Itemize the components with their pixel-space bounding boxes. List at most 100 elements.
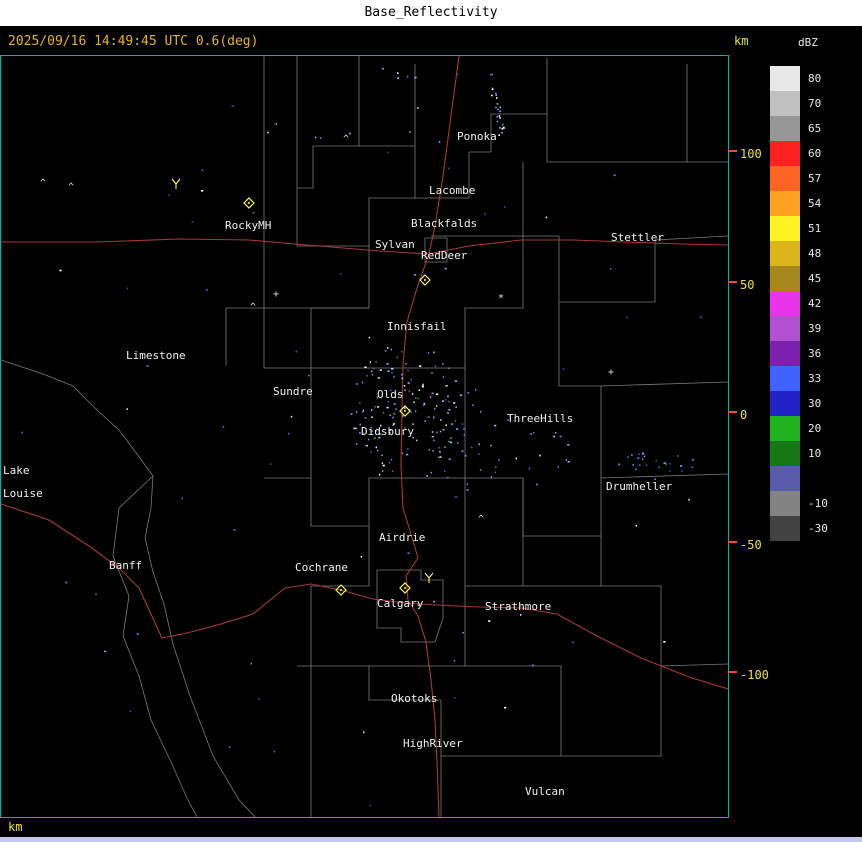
radar-echo: [206, 289, 208, 291]
radar-echo: [397, 77, 400, 79]
city-label: Banff: [109, 559, 142, 572]
radar-echo: [408, 390, 410, 392]
radar-echo: [366, 375, 368, 377]
legend-block: 30: [770, 391, 862, 416]
radar-echo: [377, 406, 380, 408]
legend-value-label: 80: [808, 72, 822, 85]
page-title: Base_Reflectivity: [364, 5, 498, 20]
legend-block: 10: [770, 441, 862, 466]
radar-echo: [669, 470, 671, 472]
radar-echo: [362, 409, 365, 412]
county-boundary: [225, 56, 265, 366]
radar-echo: [401, 377, 404, 380]
radar-echo: [428, 449, 430, 451]
legend-block: 36: [770, 341, 862, 366]
radar-echo: [374, 406, 377, 408]
city-label: Okotoks: [391, 692, 437, 705]
radar-echo: [407, 552, 410, 555]
radar-echo: [410, 411, 412, 413]
radar-echo: [350, 413, 353, 415]
legend-block: 60: [770, 141, 862, 166]
legend-color-swatch: [770, 491, 800, 516]
city-label: Olds: [377, 388, 404, 401]
radar-echo: [491, 94, 493, 97]
radar-echo: [456, 428, 459, 430]
caret-point-marker: ^: [68, 182, 74, 193]
radar-echo: [528, 467, 530, 470]
legend-value-label: 48: [808, 247, 822, 260]
radar-echo: [414, 410, 417, 412]
legend-color-swatch: [770, 166, 800, 191]
radar-echo: [499, 117, 501, 119]
radar-echo: [387, 151, 389, 154]
radar-echo: [377, 377, 380, 379]
radar-echo: [415, 397, 417, 399]
radar-echo: [396, 356, 398, 359]
radar-echo: [417, 107, 419, 109]
radar-echo: [405, 362, 407, 365]
radar-echo: [181, 497, 183, 500]
county-boundary: [465, 665, 662, 757]
radar-echo: [295, 350, 297, 353]
radar-echo: [480, 410, 482, 413]
highway-line: [1, 238, 430, 255]
info-bar: 2025/09/16 14:49:45 UTC 0.6(deg) km dBZ: [0, 27, 862, 55]
radar-echo: [501, 123, 504, 126]
radar-echo: [691, 466, 694, 468]
right-axis-tick: [728, 281, 737, 283]
legend-value-label: 65: [808, 122, 822, 135]
county-boundary: [415, 58, 548, 199]
right-axis-tick: [728, 541, 737, 543]
radar-echo: [418, 389, 420, 391]
radar-echo: [677, 455, 679, 457]
radar-map: + + * ^ ^ ^ ^ ^ Ponoka Lacombe Blackfalds Sylvan Red…: [1, 56, 728, 817]
legend-block: 65: [770, 116, 862, 141]
radar-echo: [448, 400, 450, 403]
radar-echo: [632, 464, 634, 466]
radar-echo: [355, 411, 358, 413]
radar-echo: [499, 110, 501, 113]
radar-site-center-dot: [424, 279, 426, 281]
radar-echo: [370, 451, 372, 453]
radar-echo: [538, 454, 541, 457]
radar-echo: [126, 287, 129, 290]
radar-echo: [168, 194, 170, 196]
county-boundary: [546, 64, 688, 163]
radar-echo: [643, 455, 646, 458]
radar-echo: [459, 394, 463, 396]
radar-echo: [446, 395, 450, 398]
radar-echo: [433, 416, 435, 419]
radar-echo: [533, 432, 535, 434]
radar-echo: [641, 453, 644, 455]
right-axis-label: 100: [740, 147, 762, 161]
legend-color-swatch: [770, 141, 800, 166]
legend-blocks: 80 70 65 60 57 54 51 48 45 42 39 36 33 30 20 10 -10 -30: [770, 66, 862, 541]
radar-echo: [353, 427, 356, 430]
radar-echo: [397, 72, 399, 74]
radar-echo: [233, 529, 236, 531]
radar-echo: [642, 458, 644, 460]
county-boundary: [310, 526, 370, 666]
radar-echo: [557, 466, 560, 468]
radar-echo: [422, 385, 424, 388]
caret-point-marker: ^: [343, 134, 349, 145]
radar-echo: [250, 662, 252, 665]
right-axis-tick: [728, 671, 737, 673]
legend-value-label: 33: [808, 372, 822, 385]
radar-echo: [393, 376, 395, 378]
legend-value-label: 51: [808, 222, 822, 235]
legend-value-label: 70: [808, 97, 822, 110]
radar-echo: [448, 409, 451, 411]
radar-echo: [290, 415, 293, 418]
radar-echo: [433, 600, 436, 603]
radar-echo: [369, 804, 371, 807]
radar-echo: [416, 439, 418, 442]
radar-echo: [495, 92, 497, 95]
right-axis-label: -100: [740, 668, 769, 682]
radar-echo: [471, 404, 475, 407]
legend-block: 80: [770, 66, 862, 91]
legend-value-label: 57: [808, 172, 822, 185]
legend-title: dBZ: [798, 36, 818, 49]
radar-echo: [462, 632, 464, 634]
bottom-bar: [0, 818, 862, 837]
